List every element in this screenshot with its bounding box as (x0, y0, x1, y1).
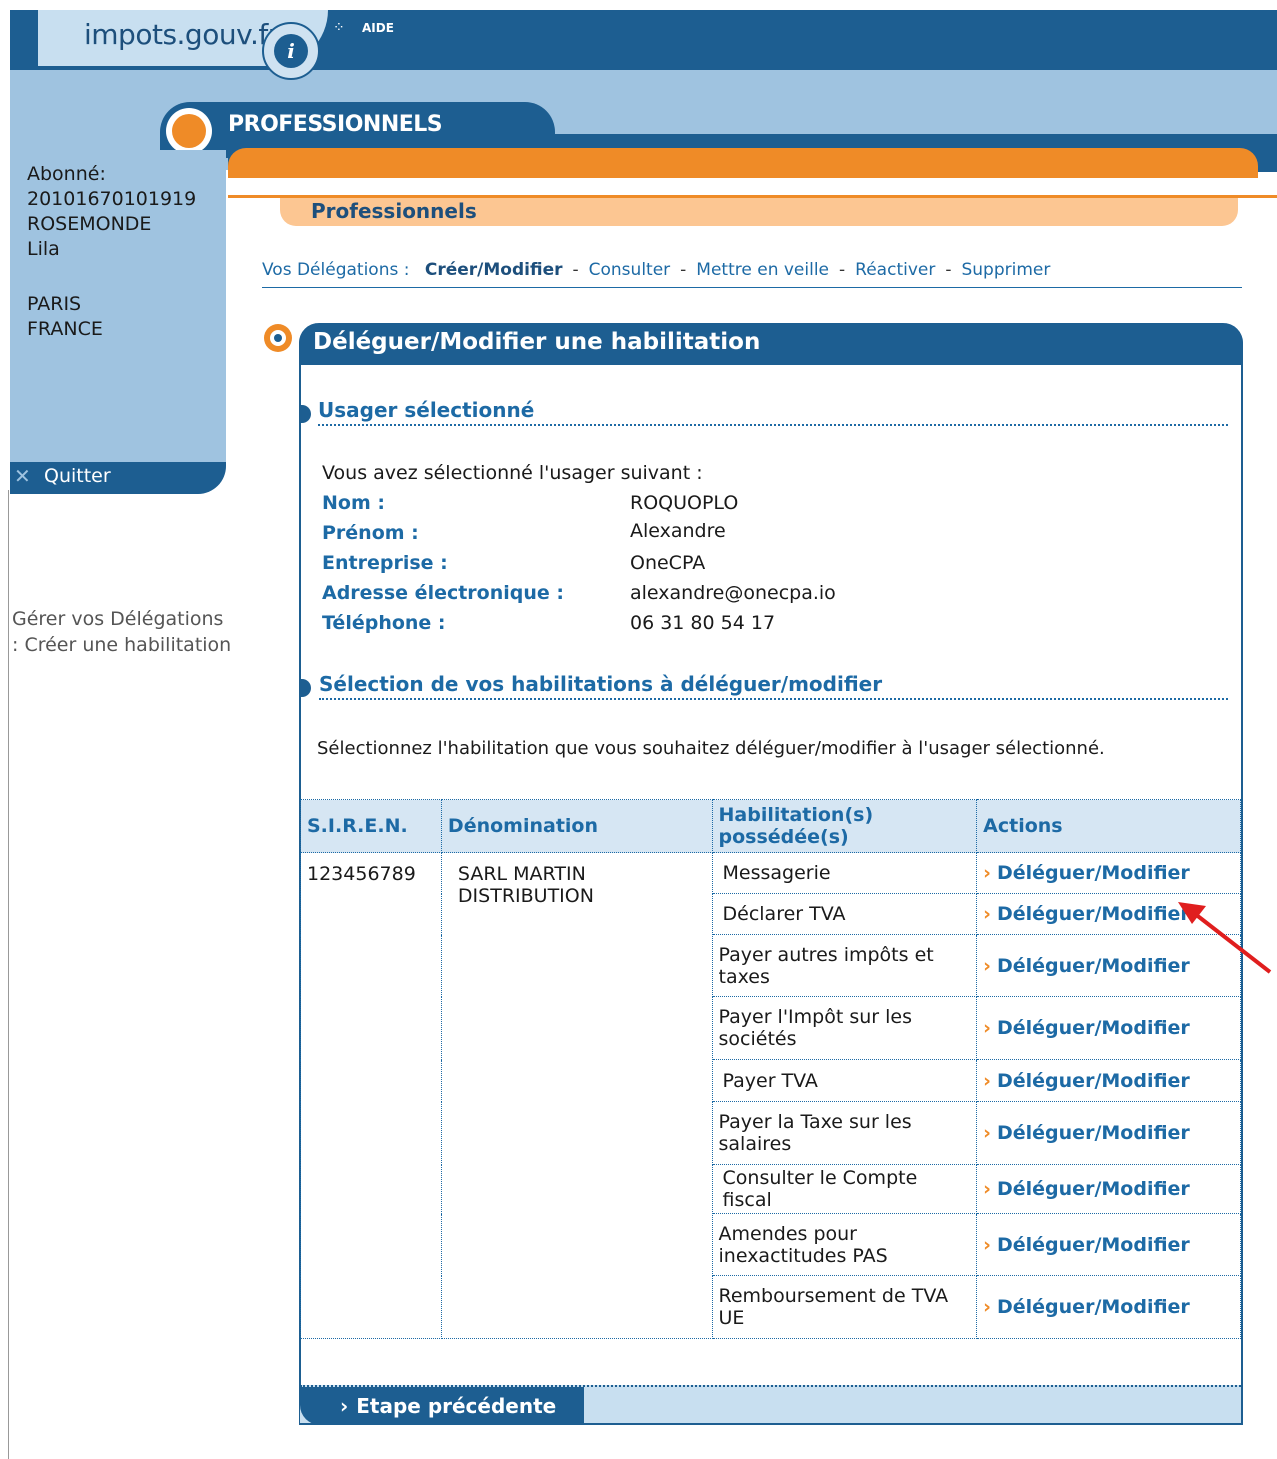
nav-delete-link[interactable]: Supprimer (961, 260, 1050, 280)
user-firstname-label: Prénom : (322, 522, 419, 544)
action-label[interactable]: Déléguer/Modifier (997, 903, 1190, 925)
delegate-modify-link[interactable]: › Déléguer/Modifier (976, 1059, 1241, 1102)
nav-reactivate-link[interactable]: Réactiver (855, 260, 935, 280)
nav-underline (262, 287, 1242, 288)
subscriber-label: Abonné: (27, 163, 106, 185)
user-email-value: alexandre@onecpa.io (630, 582, 836, 604)
action-label[interactable]: Déléguer/Modifier (997, 1070, 1190, 1092)
help-icon[interactable]: ⁘ (333, 20, 346, 36)
habilitation-cell: Payer l'Impôt sur les sociétés (711, 996, 978, 1060)
section-habilitations-title: Sélection de vos habilitations à délégue… (319, 672, 883, 696)
nav-create-modify-link[interactable]: Créer/Modifier (425, 260, 563, 280)
col-habilitations: Habilitation(s) possédée(s) (711, 799, 978, 853)
habilitation-cell: Remboursement de TVA UE (711, 1275, 978, 1339)
chevron-right-icon: › (983, 1296, 991, 1318)
user-name-label: Nom : (322, 492, 385, 514)
action-label[interactable]: Déléguer/Modifier (997, 1017, 1190, 1039)
breadcrumb-line-1: Gérer vos Délégations (12, 608, 224, 630)
quit-icon[interactable]: ✕ (14, 464, 31, 488)
breadcrumb-line-2: : Créer une habilitation (12, 634, 232, 656)
user-email-label: Adresse électronique : (322, 582, 564, 604)
delegations-nav-prefix: Vos Délégations : (262, 260, 410, 280)
chevron-right-icon: › (983, 1178, 991, 1200)
selection-instruction: Sélectionnez l'habilitation que vous sou… (317, 738, 1105, 759)
user-company-value: OneCPA (630, 552, 706, 574)
habilitation-cell: Déclarer TVA (711, 893, 978, 935)
col-actions: Actions (976, 799, 1241, 853)
denomination-cell: SARL MARTIN DISTRIBUTION (440, 852, 713, 1339)
annotation-arrow-icon (1178, 902, 1272, 974)
action-label[interactable]: Déléguer/Modifier (997, 1234, 1190, 1256)
panel-title: Déléguer/Modifier une habilitation (313, 329, 761, 355)
habilitation-cell: Payer TVA (711, 1059, 978, 1102)
chevron-right-icon: › (340, 1394, 349, 1418)
section-user-divider (318, 424, 1228, 426)
nav-standby-link[interactable]: Mettre en veille (696, 260, 829, 280)
chevron-right-icon: › (983, 1017, 991, 1039)
subscriber-last-name: ROSEMONDE (27, 213, 152, 235)
col-siren: S.I.R.E.N. (300, 799, 442, 853)
chevron-right-icon: › (983, 1069, 991, 1092)
space-title: PROFESSIONNELS (228, 112, 443, 137)
delegations-nav: Vos Délégations : Créer/Modifier - Consult… (262, 260, 1051, 280)
siren-cell: 123456789 (300, 852, 442, 1339)
subscriber-first-name: Lila (27, 238, 60, 260)
action-label[interactable]: Déléguer/Modifier (997, 955, 1190, 977)
info-logo-icon: i (262, 22, 320, 80)
user-company-label: Entreprise : (322, 552, 448, 574)
orange-band (228, 148, 1258, 178)
delegate-modify-link[interactable]: › Déléguer/Modifier (976, 1101, 1241, 1165)
habilitation-cell: Amendes pour inexactitudes PAS (711, 1213, 978, 1276)
previous-step-label[interactable]: › Etape précédente (340, 1394, 556, 1418)
habilitation-cell: Messagerie (711, 852, 978, 894)
delegate-modify-link[interactable]: › Déléguer/Modifier (976, 1275, 1241, 1339)
panel-bullet-icon (264, 324, 292, 352)
user-phone-value: 06 31 80 54 17 (630, 612, 776, 634)
chevron-right-icon: › (983, 954, 991, 977)
quit-label[interactable]: Quitter (44, 465, 111, 487)
nav-consult-link[interactable]: Consulter (589, 260, 671, 280)
chevron-right-icon: › (983, 903, 991, 925)
subscriber-info: Abonné: 20101670101919 ROSEMONDE Lila PA… (27, 162, 196, 342)
section-title: Professionnels (311, 199, 477, 223)
habilitation-cell: Consulter le Compte fiscal (711, 1164, 978, 1214)
breadcrumb: Gérer vos Délégations : Créer une habili… (12, 606, 231, 658)
delegate-modify-link[interactable]: › Déléguer/Modifier (976, 1164, 1241, 1214)
subscriber-id: 20101670101919 (27, 188, 197, 210)
action-label[interactable]: Déléguer/Modifier (997, 862, 1190, 884)
user-phone-label: Téléphone : (322, 612, 446, 634)
action-label[interactable]: Déléguer/Modifier (997, 1296, 1190, 1318)
previous-step-text[interactable]: Etape précédente (356, 1394, 556, 1418)
habilitation-cell: Payer autres impôts et taxes (711, 934, 978, 997)
table-row: 123456789 SARL MARTIN DISTRIBUTION Messa… (300, 852, 1241, 1339)
help-link[interactable]: AIDE (362, 21, 394, 35)
chevron-right-icon: › (983, 862, 991, 884)
action-label[interactable]: Déléguer/Modifier (997, 1178, 1190, 1200)
site-logo-text[interactable]: impots.gouv.fr (84, 18, 279, 51)
habilitation-cell: Payer la Taxe sur les salaires (711, 1101, 978, 1165)
chevron-right-icon: › (983, 1122, 991, 1144)
delegate-modify-link[interactable]: › Déléguer/Modifier (976, 852, 1241, 894)
left-border (8, 490, 9, 1459)
section-user-title: Usager sélectionné (318, 398, 535, 422)
col-denomination: Dénomination (440, 799, 713, 853)
habilitations-table: S.I.R.E.N. Dénomination Habilitation(s) … (300, 799, 1241, 1339)
subscriber-city: PARIS (27, 293, 82, 315)
user-firstname-value: Alexandre (630, 520, 726, 542)
delegate-modify-link[interactable]: › Déléguer/Modifier (976, 1213, 1241, 1276)
section-habilitations-divider (319, 698, 1228, 700)
delegate-modify-link[interactable]: › Déléguer/Modifier (976, 996, 1241, 1060)
orange-dot-icon (166, 108, 212, 154)
quit-button[interactable] (10, 462, 226, 494)
action-label[interactable]: Déléguer/Modifier (997, 1122, 1190, 1144)
subscriber-country: FRANCE (27, 318, 103, 340)
table-header-row: S.I.R.E.N. Dénomination Habilitation(s) … (300, 799, 1241, 853)
chevron-right-icon: › (983, 1233, 991, 1256)
user-name-value: ROQUOPLO (630, 492, 739, 514)
user-intro: Vous avez sélectionné l'usager suivant : (322, 462, 703, 484)
